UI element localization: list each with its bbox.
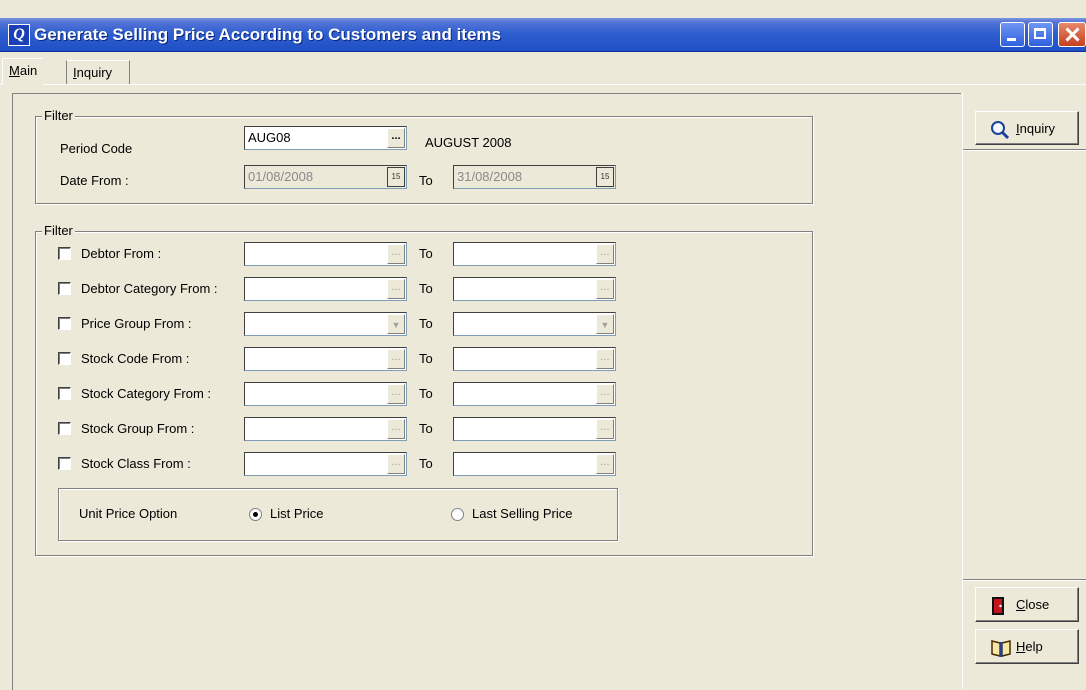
stock-code-checkbox[interactable] <box>58 352 71 365</box>
date-from-input[interactable]: 01/08/2008 15 <box>244 165 407 189</box>
tab-main[interactable]: Main <box>2 58 44 85</box>
debtor-category-to-input[interactable]: ... <box>453 277 616 301</box>
stock-code-from-input[interactable]: ... <box>244 347 407 371</box>
lookup-icon[interactable]: ... <box>596 454 614 474</box>
lookup-icon[interactable]: ... <box>596 419 614 439</box>
last-selling-price-radio[interactable] <box>451 508 464 521</box>
list-price-radio[interactable] <box>249 508 262 521</box>
debtor-to-input[interactable]: ... <box>453 242 616 266</box>
stock-class-from-label: Stock Class From : <box>81 456 191 471</box>
debtor-checkbox[interactable] <box>58 247 71 260</box>
dropdown-arrow-icon[interactable]: ▼ <box>387 314 405 334</box>
window-title: Generate Selling Price According to Cust… <box>34 25 501 44</box>
stock-group-to-input[interactable]: ... <box>453 417 616 441</box>
price-group-to-select[interactable]: ▼ <box>453 312 616 336</box>
debtor-category-checkbox[interactable] <box>58 282 71 295</box>
lookup-icon[interactable]: ... <box>387 279 405 299</box>
unit-price-option-label: Unit Price Option <box>79 506 178 521</box>
lookup-icon[interactable]: ... <box>387 384 405 404</box>
tab-inquiry[interactable]: Inquiry <box>66 60 130 84</box>
stock-group-from-label: Stock Group From : <box>81 421 195 436</box>
maximize-button[interactable] <box>1028 22 1053 47</box>
lookup-icon[interactable]: ... <box>387 419 405 439</box>
period-filter-group: Filter Period Code AUG08 ... AUGUST 2008… <box>35 108 813 204</box>
debtor-from-label: Debtor From : <box>81 246 162 261</box>
stock-code-from-label: Stock Code From : <box>81 351 190 366</box>
help-button-label: Help <box>1016 639 1043 654</box>
close-button[interactable]: Close <box>975 587 1079 622</box>
period-code-description: AUGUST 2008 <box>425 135 512 150</box>
door-icon <box>990 596 1008 619</box>
price-group-from-select[interactable]: ▼ <box>244 312 407 336</box>
date-to-value: 31/08/2008 <box>457 169 523 184</box>
stock-class-to-input[interactable]: ... <box>453 452 616 476</box>
help-button[interactable]: Help <box>975 629 1079 664</box>
period-code-lookup-button[interactable]: ... <box>387 128 405 148</box>
divider <box>963 579 1086 581</box>
main-panel: Filter Period Code AUG08 ... AUGUST 2008… <box>12 93 961 690</box>
dropdown-arrow-icon[interactable]: ▼ <box>596 314 614 334</box>
inquiry-button[interactable]: Inquiry <box>975 111 1079 145</box>
divider <box>963 149 1086 151</box>
stock-category-from-label: Stock Category From : <box>81 386 212 401</box>
period-code-label: Period Code <box>60 141 133 156</box>
to-label: To <box>419 316 433 331</box>
period-code-value: AUG08 <box>248 130 291 145</box>
to-label: To <box>419 421 433 436</box>
tab-inquiry-label: nquiry <box>76 65 113 80</box>
help-book-icon <box>990 638 1012 661</box>
to-label: To <box>419 351 433 366</box>
close-button-label: Close <box>1016 597 1050 612</box>
lookup-icon[interactable]: ... <box>387 244 405 264</box>
lookup-icon[interactable]: ... <box>596 279 614 299</box>
lookup-icon[interactable]: ... <box>596 349 614 369</box>
price-group-checkbox[interactable] <box>58 317 71 330</box>
list-price-label: List Price <box>270 506 324 521</box>
debtor-from-input[interactable]: ... <box>244 242 407 266</box>
stock-class-checkbox[interactable] <box>58 457 71 470</box>
stock-category-to-input[interactable]: ... <box>453 382 616 406</box>
to-label: To <box>419 246 433 261</box>
stock-class-from-input[interactable]: ... <box>244 452 407 476</box>
magnifier-icon <box>990 120 1010 143</box>
to-label: To <box>419 456 433 471</box>
range-filter-group: Filter Debtor From : ... To ... Debtor C… <box>35 223 813 556</box>
lookup-icon[interactable]: ... <box>387 454 405 474</box>
date-to-label: To <box>419 173 433 188</box>
last-selling-price-label: Last Selling Price <box>472 506 573 521</box>
top-strip <box>0 0 1086 18</box>
date-from-calendar-icon[interactable]: 15 <box>387 167 405 187</box>
stock-category-from-input[interactable]: ... <box>244 382 407 406</box>
price-group-from-label: Price Group From : <box>81 316 192 331</box>
lookup-icon[interactable]: ... <box>596 244 614 264</box>
to-label: To <box>419 281 433 296</box>
tab-main-mnemonic: M <box>9 63 20 78</box>
debtor-category-from-label: Debtor Category From : <box>81 281 218 296</box>
date-from-value: 01/08/2008 <box>248 169 314 184</box>
tab-main-label: ain <box>19 63 38 78</box>
date-to-input[interactable]: 31/08/2008 15 <box>453 165 616 189</box>
lookup-icon[interactable]: ... <box>387 349 405 369</box>
date-from-label: Date From : <box>60 173 129 188</box>
tab-strip: Main Inquiry <box>0 58 1086 85</box>
to-label: To <box>419 386 433 401</box>
minimize-button[interactable] <box>1000 22 1025 47</box>
title-bar[interactable]: Q Generate Selling Price According to Cu… <box>0 18 1086 52</box>
stock-group-checkbox[interactable] <box>58 422 71 435</box>
stock-code-to-input[interactable]: ... <box>453 347 616 371</box>
inquiry-button-label: Inquiry <box>1016 121 1056 136</box>
lookup-icon[interactable]: ... <box>596 384 614 404</box>
unit-price-option-box: Unit Price Option List Price Last Sellin… <box>58 488 618 541</box>
debtor-category-from-input[interactable]: ... <box>244 277 407 301</box>
date-to-calendar-icon[interactable]: 15 <box>596 167 614 187</box>
action-panel: Inquiry Close Help <box>962 93 1086 689</box>
group-title: Filter <box>42 108 75 123</box>
app-icon: Q <box>8 24 30 46</box>
stock-group-from-input[interactable]: ... <box>244 417 407 441</box>
group-title: Filter <box>42 223 75 238</box>
stock-category-checkbox[interactable] <box>58 387 71 400</box>
period-code-input[interactable]: AUG08 ... <box>244 126 407 150</box>
close-window-button[interactable] <box>1058 22 1086 47</box>
